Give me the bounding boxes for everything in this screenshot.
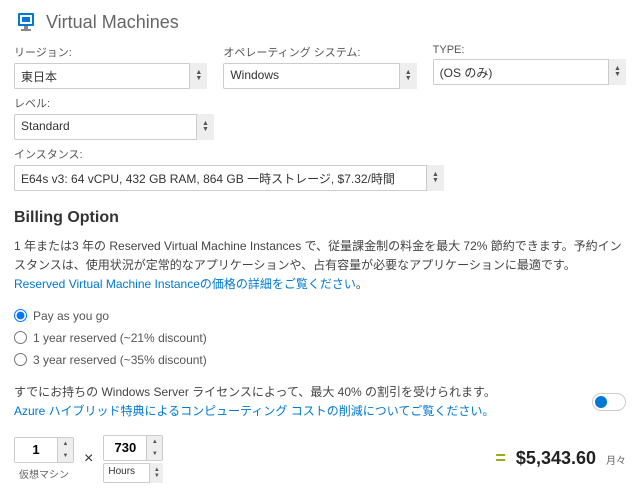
qty-down[interactable]: ▼ [58, 450, 73, 462]
reserved-1y-radio[interactable] [14, 331, 27, 344]
hours-stepper[interactable]: ▲▼ [103, 435, 163, 461]
os-field: オペレーティング システム: Windows ▲▼ [223, 44, 416, 89]
type-field: TYPE: (OS のみ) ▲▼ [433, 44, 626, 89]
reserved-pricing-link[interactable]: Reserved Virtual Machine Instanceの価格の詳細を… [14, 277, 356, 291]
reserved-3y-option[interactable]: 3 year reserved (~35% discount) [14, 353, 626, 367]
hours-input[interactable] [104, 436, 146, 460]
billing-description: 1 年または3 年の Reserved Virtual Machine Inst… [14, 237, 626, 295]
region-label: リージョン: [14, 44, 207, 60]
qty-up[interactable]: ▲ [58, 438, 73, 450]
billing-options: Pay as you go 1 year reserved (~21% disc… [14, 309, 626, 367]
region-select[interactable]: 東日本 ▲▼ [14, 63, 207, 89]
level-field: レベル: Standard ▲▼ [14, 95, 214, 140]
region-field: リージョン: 東日本 ▲▼ [14, 44, 207, 89]
price-unit: 月々 [606, 452, 626, 467]
type-label: TYPE: [433, 44, 626, 56]
quantity-label: 仮想マシン [19, 466, 69, 481]
quantity-input[interactable] [15, 438, 57, 462]
multiply-icon: × [84, 450, 93, 468]
price-value: $5,343.60 [516, 448, 596, 469]
payg-option[interactable]: Pay as you go [14, 309, 626, 323]
reserved-1y-option[interactable]: 1 year reserved (~21% discount) [14, 331, 626, 345]
billing-title: Billing Option [14, 209, 626, 227]
payg-radio[interactable] [14, 309, 27, 322]
vm-icon [14, 10, 38, 34]
instance-label: インスタンス: [14, 146, 444, 162]
os-select[interactable]: Windows ▲▼ [223, 63, 416, 89]
quantity-stepper[interactable]: ▲▼ [14, 437, 74, 463]
page-title: Virtual Machines [46, 12, 179, 33]
hours-up[interactable]: ▲ [147, 436, 162, 448]
type-select[interactable]: (OS のみ) ▲▼ [433, 59, 626, 85]
calculation-row: ▲▼ 仮想マシン × ▲▼ Hours ▲▼ = $5,343.60 月々 [14, 435, 626, 483]
reserved-3y-radio[interactable] [14, 353, 27, 366]
hybrid-text: すでにお持ちの Windows Server ライセンスによって、最大 40% … [14, 383, 496, 421]
quantity-field: ▲▼ 仮想マシン [14, 437, 74, 481]
hours-unit-select[interactable]: Hours ▲▼ [103, 463, 163, 483]
page-header: Virtual Machines [14, 10, 626, 34]
hours-down[interactable]: ▼ [147, 448, 162, 460]
hours-field: ▲▼ Hours ▲▼ [103, 435, 163, 483]
hybrid-benefit-link[interactable]: Azure ハイブリッド特典によるコンピューティング コストの削減についてご覧く… [14, 404, 494, 418]
equals-icon: = [495, 448, 506, 469]
hybrid-toggle[interactable] [592, 393, 626, 411]
instance-field: インスタンス: E64s v3: 64 vCPU, 432 GB RAM, 86… [14, 146, 444, 191]
level-label: レベル: [14, 95, 214, 111]
os-label: オペレーティング システム: [223, 44, 416, 60]
toggle-knob [595, 396, 607, 408]
instance-select[interactable]: E64s v3: 64 vCPU, 432 GB RAM, 864 GB 一時ス… [14, 165, 444, 191]
level-select[interactable]: Standard ▲▼ [14, 114, 214, 140]
